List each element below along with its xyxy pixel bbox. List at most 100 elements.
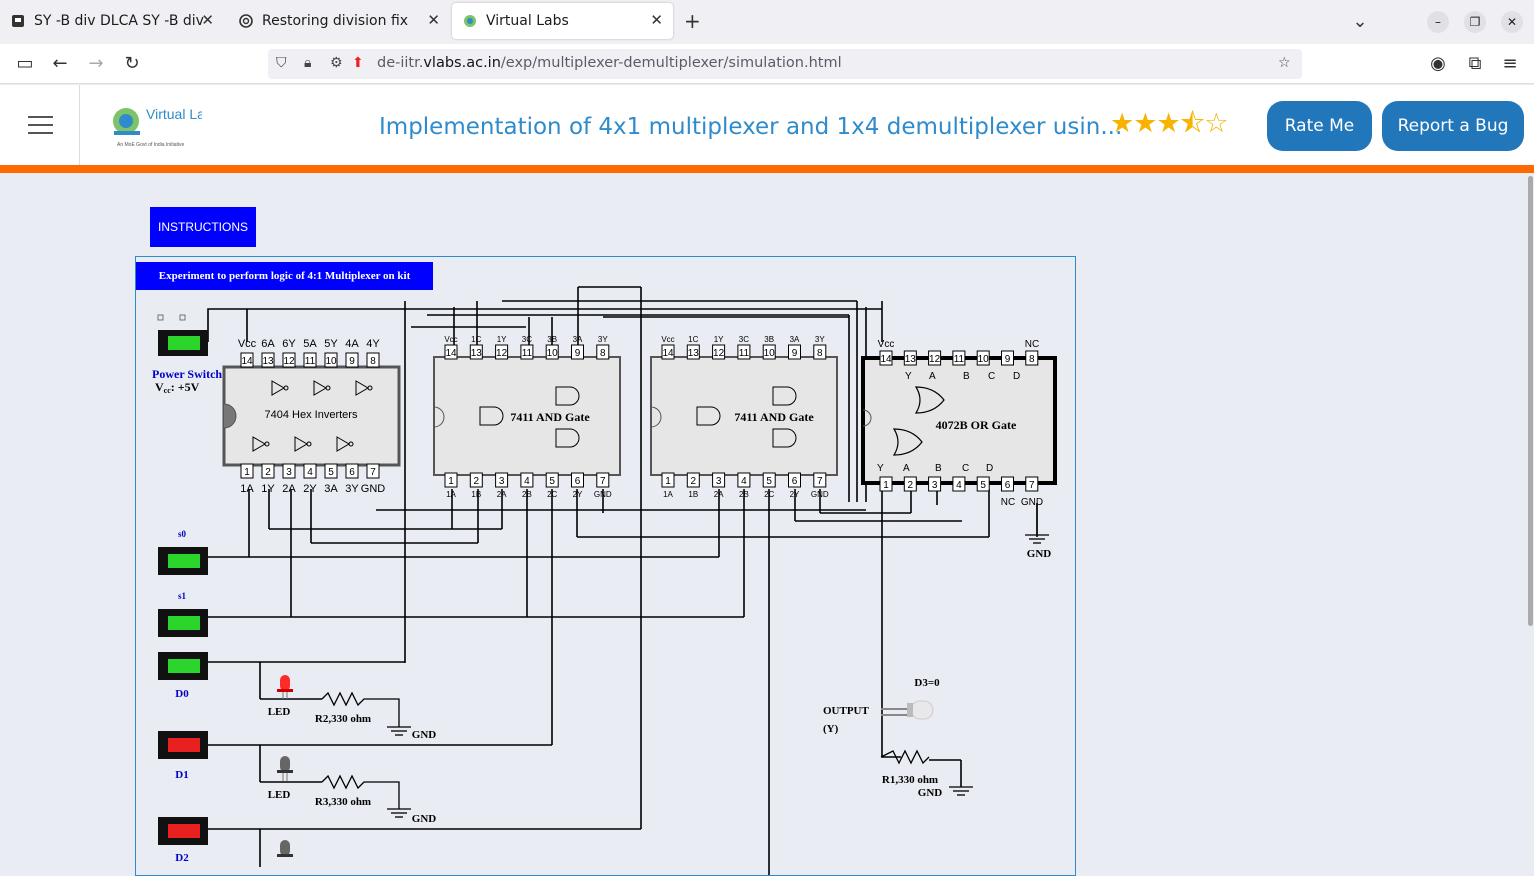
- s1-switch[interactable]: [158, 609, 208, 637]
- power-switch-label: Power Switch: [152, 367, 222, 381]
- logo-text: Virtual Labs: [146, 106, 202, 122]
- star-empty-icon[interactable]: ☆: [1204, 108, 1228, 139]
- and1-bot-pin-number: 2: [474, 476, 480, 487]
- and1-bot-pin-number: 6: [575, 476, 581, 487]
- report-bug-button[interactable]: Report a Bug: [1382, 101, 1524, 151]
- or-bot-pin-number: 5: [980, 480, 986, 491]
- bookmark-star-icon[interactable]: ☆: [1278, 55, 1291, 71]
- hamburger-line: [28, 132, 53, 134]
- power-switch[interactable]: [157, 314, 208, 356]
- restore-icon[interactable]: ❐: [1464, 11, 1486, 33]
- browser-tab[interactable]: SY -B div DLCA SY -B div ✕: [0, 3, 224, 39]
- inv-top-pin-label: Vcc: [238, 338, 257, 350]
- and1-bot-pin-label: 1B: [471, 490, 481, 499]
- forward-icon[interactable]: →: [84, 52, 108, 76]
- shield-icon[interactable]: ⛉: [276, 55, 287, 71]
- hamburger-menu-button[interactable]: [0, 85, 80, 165]
- inv-top-pin-label: 6A: [261, 338, 275, 350]
- browser-tab[interactable]: Restoring division fix ✕: [228, 3, 450, 39]
- star-rating[interactable]: ★★★⯪☆: [1110, 104, 1228, 150]
- or-top-pin-number: 8: [1029, 354, 1035, 365]
- or-gate-letter: A: [903, 463, 910, 474]
- or-bot-pin-number: 6: [1005, 480, 1011, 491]
- reload-icon[interactable]: ↻: [120, 52, 144, 76]
- r2-label: R2,330 ohm: [315, 713, 371, 725]
- or-bot-pin-number: 7: [1029, 480, 1035, 491]
- lock-icon[interactable]: 🔒︎: [304, 55, 311, 71]
- inv-top-pin-number: 14: [241, 356, 253, 367]
- led-d1: [277, 756, 293, 781]
- and1-top-pin-number: 14: [445, 348, 457, 359]
- url-bar[interactable]: ⛉ 🔒︎ ⚙ ⬆ de-iitr.vlabs.ac.in/exp/multipl…: [268, 49, 1302, 79]
- d1-label: D1: [175, 769, 188, 781]
- output-label: OUTPUT: [823, 705, 870, 717]
- d3-state-label: D3=0: [914, 677, 940, 689]
- star-full-icon[interactable]: ★: [1110, 108, 1134, 139]
- url-text[interactable]: de-iitr.vlabs.ac.in/exp/multiplexer-demu…: [377, 55, 842, 71]
- minimize-icon[interactable]: –: [1427, 11, 1449, 33]
- star-half-icon[interactable]: ⯪: [1180, 108, 1206, 139]
- or-top-pin-number: 14: [880, 354, 892, 365]
- and2-top-pin-label: 1C: [688, 335, 698, 344]
- close-window-icon[interactable]: ✕: [1501, 11, 1523, 33]
- output-led: [881, 700, 934, 720]
- tab-title: SY -B div DLCA SY -B div: [34, 13, 204, 29]
- and1-bot-pin-number: 1: [448, 476, 454, 487]
- site-header: Virtual Labs An MoE Govt of India Initia…: [0, 85, 1534, 165]
- inv-top-pin-label: 4A: [345, 338, 359, 350]
- s0-switch[interactable]: [158, 547, 208, 575]
- browser-tab-active[interactable]: Virtual Labs ✕: [452, 3, 673, 39]
- and2-top-pin-label: 3C: [739, 335, 749, 344]
- and2-bot-pin-label: 2B: [739, 490, 749, 499]
- inv-bot-pin-number: 4: [307, 467, 313, 478]
- new-tab-icon[interactable]: +: [684, 9, 701, 33]
- close-icon[interactable]: ✕: [201, 11, 214, 29]
- back-icon[interactable]: ←: [48, 52, 72, 76]
- or-gate-letter: Y: [877, 463, 884, 474]
- d2-label: D2: [175, 852, 189, 864]
- rate-me-button[interactable]: Rate Me: [1267, 101, 1372, 151]
- permissions-icon[interactable]: ⚙: [330, 55, 343, 71]
- close-icon[interactable]: ✕: [427, 11, 440, 29]
- vcc-label: Vcc: +5V: [155, 380, 200, 395]
- virtual-labs-logo[interactable]: Virtual Labs An MoE Govt of India Initia…: [110, 99, 220, 149]
- page-scrollbar[interactable]: [1528, 176, 1533, 626]
- and2-top-pin-number: 11: [739, 348, 750, 359]
- ic-4072b: 4072B OR Gate: [861, 356, 1057, 485]
- star-full-icon[interactable]: ★: [1133, 108, 1157, 139]
- extensions-icon[interactable]: ⧉: [1463, 52, 1487, 76]
- inv-top-pin-label: 4Y: [366, 338, 380, 350]
- star-full-icon[interactable]: ★: [1156, 108, 1180, 139]
- instructions-button[interactable]: INSTRUCTIONS: [150, 207, 256, 247]
- d1-switch[interactable]: [158, 731, 208, 759]
- upload-icon[interactable]: ⬆: [352, 55, 364, 71]
- gnd-label: GND: [412, 813, 437, 825]
- inv-top-pin-number: 11: [305, 356, 316, 367]
- or-bot-pin-number: 4: [956, 480, 962, 491]
- account-icon[interactable]: ◉: [1426, 52, 1450, 76]
- inv-bot-pin-label: 1A: [240, 483, 254, 495]
- document-icon: [10, 13, 26, 29]
- and2-bot-pin-number: 4: [741, 476, 747, 487]
- and2-top-pin-label: 3B: [764, 335, 774, 344]
- d2-switch[interactable]: [158, 817, 208, 845]
- or-gate-letter: B: [963, 371, 970, 382]
- logo-subtitle: An MoE Govt of India Initiative: [117, 142, 184, 148]
- sidebar-icon[interactable]: ▭: [13, 52, 37, 76]
- and1-top-pin-number: 10: [547, 348, 559, 359]
- and2-top-pin-number: 12: [713, 348, 725, 359]
- and2-bot-pin-label: GND: [811, 490, 829, 499]
- or-top-pin-number: 10: [978, 354, 990, 365]
- inv-bot-pin-label: 3A: [324, 483, 338, 495]
- menu-icon[interactable]: ≡: [1498, 52, 1522, 76]
- or-bot-gnd-label: GND: [1021, 497, 1043, 508]
- experiment-title: Implementation of 4x1 multiplexer and 1x…: [379, 114, 1123, 140]
- d0-switch[interactable]: [158, 652, 208, 680]
- tab-list-chevron-icon[interactable]: ⌄: [1348, 10, 1372, 34]
- s1-label: s1: [178, 591, 187, 601]
- or-gate-letter: B: [935, 463, 942, 474]
- inv-top-pin-number: 12: [283, 356, 295, 367]
- inv-bot-pin-label: 1Y: [261, 483, 275, 495]
- tab-title: Restoring division fix: [262, 13, 409, 29]
- close-icon[interactable]: ✕: [650, 11, 663, 29]
